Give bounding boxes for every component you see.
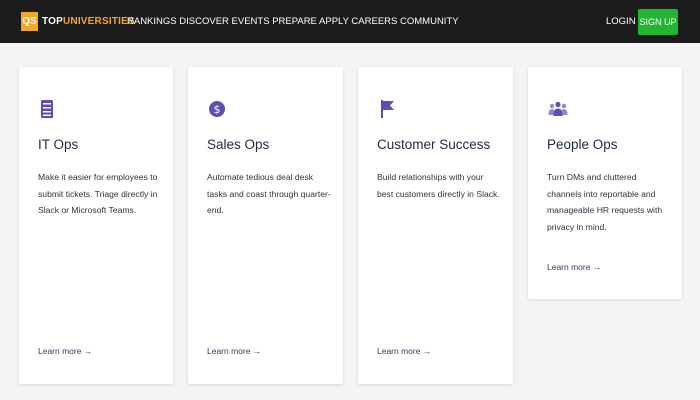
nav-item-rankings[interactable]: RANKINGS [127,16,177,27]
nav-item-events[interactable]: EVENTS [232,16,270,27]
card-description: Make it easier for employees to submit t… [38,172,158,215]
svg-text:$: $ [214,103,221,116]
card-title: Sales Ops [207,137,270,152]
people-group-icon [548,101,568,116]
main-nav: RANKINGS DISCOVER EVENTS PREPARE APPLY C… [127,16,459,27]
top-navigation-bar: QS TOPUNIVERSITIES RANKINGS DISCOVER EVE… [0,0,700,43]
nav-item-community[interactable]: COMMUNITY [400,16,459,27]
card-description: Turn DMs and cluttered channels into rep… [547,172,663,232]
learn-more-link[interactable]: Learn more → [207,346,261,356]
card-it-ops: IT Ops Make it easier for employees to s… [19,67,173,384]
nav-item-discover[interactable]: DISCOVER [179,16,229,27]
flag-icon [381,100,394,118]
nav-item-careers[interactable]: CAREERS [351,16,397,27]
qs-logo-badge[interactable]: QS [21,12,38,31]
site-logo[interactable]: TOPUNIVERSITIES [42,16,135,27]
card-title: Customer Success [377,137,491,152]
signup-button[interactable]: SIGN UP [638,9,678,35]
nav-item-apply[interactable]: APPLY [319,16,349,27]
card-customer-success: Customer Success Build relationships wit… [358,67,513,384]
login-link[interactable]: LOGIN [606,16,636,27]
server-stack-icon [41,100,53,118]
card-description: Automate tedious deal desk tasks and coa… [207,172,331,215]
card-title: IT Ops [38,137,79,152]
card-title: People Ops [547,137,618,152]
card-description: Build relationships with your best custo… [377,172,500,199]
logo-top-text: TOP [42,16,63,27]
card-people-ops: People Ops Turn DMs and cluttered channe… [528,67,682,299]
learn-more-link[interactable]: Learn more → [377,346,431,356]
logo-universities-text: UNIVERSITIES [62,16,135,27]
card-sales-ops: $ Sales Ops Automate tedious deal desk t… [188,67,343,384]
learn-more-link[interactable]: Learn more → [547,262,601,272]
nav-item-prepare[interactable]: PREPARE [272,16,317,27]
learn-more-link[interactable]: Learn more → [38,346,92,356]
dollar-coin-icon: $ [209,101,225,117]
